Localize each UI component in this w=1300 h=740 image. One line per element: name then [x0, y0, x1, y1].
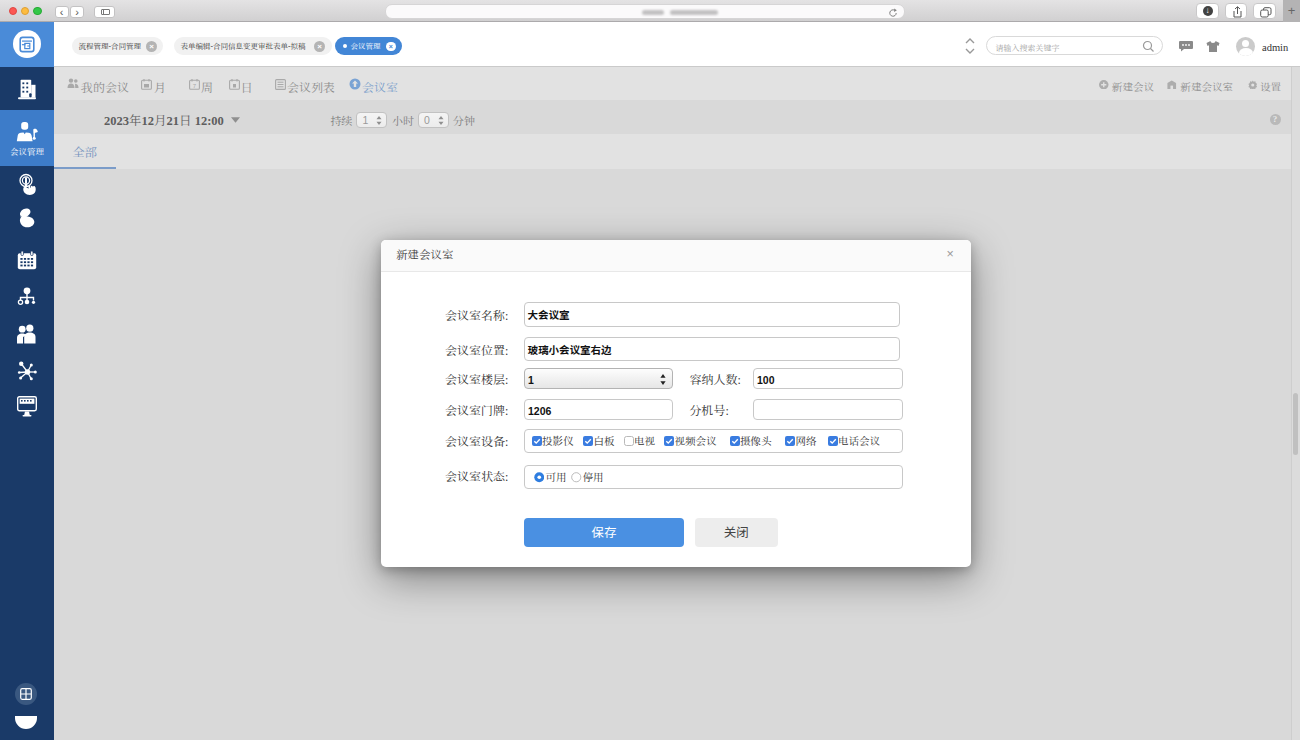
- svg-text:7: 7: [193, 83, 197, 89]
